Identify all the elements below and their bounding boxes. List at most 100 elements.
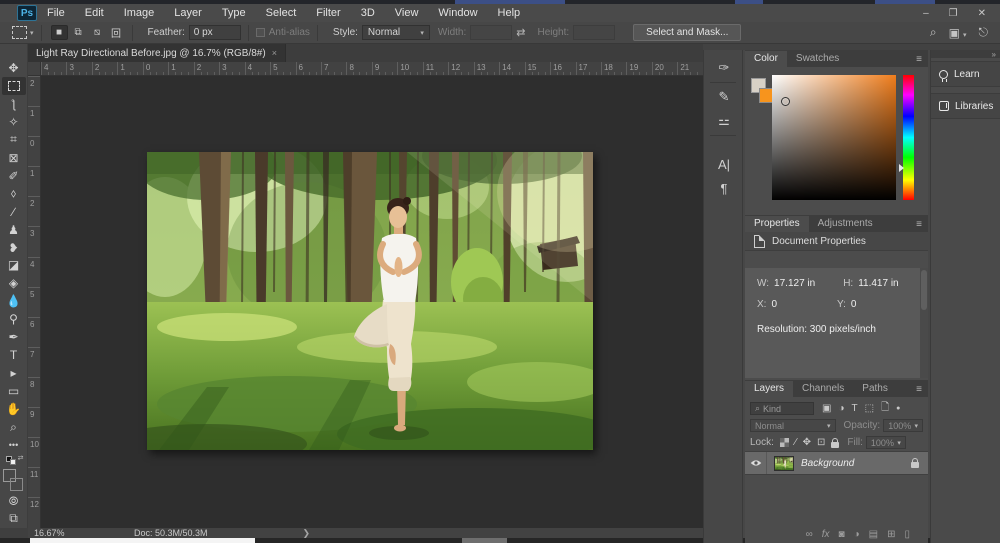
filter-smart-objects-icon[interactable]: 🗋 [881,400,889,417]
menu-view[interactable]: View [385,7,429,19]
tool-preset-caret-icon[interactable]: ▾ [30,29,34,37]
width-input[interactable] [470,25,512,40]
background-color-swatch[interactable] [10,478,23,491]
hand-tool[interactable]: ✋ [2,400,26,418]
hue-slider-pointer[interactable] [899,164,904,172]
panel-menu-icon[interactable]: ≡ [910,384,928,397]
gradient-tool[interactable]: ◈ [2,274,26,292]
eyedropper-tool[interactable]: ✐ [2,167,26,185]
layer-effects-icon[interactable]: fx [822,529,830,540]
close-tab-icon[interactable]: × [272,48,277,58]
fill-field[interactable]: 100%▾ [866,436,906,449]
eraser-tool[interactable]: ◪ [2,256,26,274]
filter-toggle-icon[interactable]: ● [896,405,900,412]
share-icon[interactable]: ⎋ [979,25,989,40]
zoom-level-field[interactable]: 16.67% [34,528,94,538]
panel-menu-icon[interactable]: ≡ [910,54,928,67]
new-group-icon[interactable]: ▤ [869,529,878,540]
type-tool[interactable]: T [2,346,26,364]
blur-tool[interactable]: 💧 [2,292,26,310]
status-options-chevron-icon[interactable]: ❯ [303,528,311,539]
move-tool[interactable]: ✥ [2,59,26,77]
feather-input[interactable] [189,25,241,40]
lock-position-icon[interactable]: ✥ [803,437,811,448]
path-selection-tool[interactable]: ▸ [2,364,26,382]
layer-thumbnail[interactable] [774,456,794,471]
search-icon[interactable]: ⌕ [930,25,937,40]
panel-menu-icon[interactable]: ≡ [910,219,928,232]
tab-color[interactable]: Color [745,51,787,67]
sidebar-collapse-icon[interactable]: » [931,50,1000,58]
scrollbar[interactable] [920,268,928,378]
document-tab[interactable]: Light Ray Directional Before.jpg @ 16.7%… [28,44,286,62]
quick-mask-button[interactable]: ⦾ [2,492,26,510]
swap-width-height-icon[interactable]: ⇄ [516,26,525,39]
zoom-tool[interactable]: ⌕ [2,418,26,436]
lasso-tool[interactable]: ƪ [2,95,26,113]
lock-paint-icon[interactable]: ∕ [795,437,797,448]
layer-filter-dropdown[interactable]: ⌕ Kind [750,402,814,415]
libraries-panel-button[interactable]: Libraries [931,93,1000,119]
switch-colors-icon[interactable]: ⇄ [18,454,24,462]
quick-selection-tool[interactable]: ✧ [2,113,26,131]
minimize-button[interactable]: – [923,8,929,19]
tab-channels[interactable]: Channels [793,381,853,397]
blend-mode-dropdown[interactable]: Normal▾ [750,419,836,432]
color-picker-cursor[interactable] [781,97,790,106]
opacity-field[interactable]: 100%▾ [883,419,923,432]
tab-layers[interactable]: Layers [745,381,793,397]
lock-all-icon[interactable] [831,442,839,448]
screen-mode-button[interactable]: ⧉ [2,510,26,528]
layer-row-background[interactable]: Background [745,451,928,475]
character-panel-icon[interactable]: A| [704,152,744,176]
horizontal-ruler[interactable]: 43210123456789101112131415161718192021 [41,62,703,76]
filter-adjustment-layers-icon[interactable]: ◑ [838,403,844,414]
filter-shape-layers-icon[interactable]: ⬚ [865,403,874,414]
menu-edit[interactable]: Edit [75,7,114,19]
anti-alias-checkbox[interactable] [256,28,265,37]
style-dropdown[interactable]: Normal ▾ [362,25,430,40]
delete-layer-icon[interactable]: ▯ [904,529,910,540]
spot-healing-brush-tool[interactable]: ⬨ [2,185,26,203]
close-button[interactable]: ✕ [978,8,986,19]
dodge-tool[interactable]: ⚲ [2,310,26,328]
hue-slider[interactable] [903,75,914,200]
link-layers-icon[interactable]: ∞ [806,529,813,540]
learn-panel-button[interactable]: Learn [931,61,1000,87]
default-colors-icon[interactable]: ⇄ [4,456,24,465]
menu-layer[interactable]: Layer [164,7,212,19]
workspace-switcher-icon[interactable]: ▣▾ [949,26,967,40]
brush-tool[interactable]: ∕ [2,203,26,221]
tool-presets-panel-icon[interactable]: ⚍ [704,109,744,133]
menu-type[interactable]: Type [212,7,256,19]
tab-properties[interactable]: Properties [745,216,809,232]
layer-name[interactable]: Background [801,458,854,469]
select-and-mask-button[interactable]: Select and Mask... [633,24,741,41]
rectangular-marquee-tool[interactable] [2,77,26,95]
clone-stamp-tool[interactable]: ♟ [2,221,26,239]
tab-swatches[interactable]: Swatches [787,51,848,67]
subtract-from-selection-button[interactable]: ⧅ [89,25,106,40]
menu-image[interactable]: Image [114,7,165,19]
crop-tool[interactable]: ⌗ [2,131,26,149]
menu-select[interactable]: Select [256,7,307,19]
rectangle-tool[interactable]: ▭ [2,382,26,400]
lock-transparency-icon[interactable] [780,438,789,447]
canvas-image-yoga-forest[interactable] [147,152,593,450]
height-input[interactable] [573,25,615,40]
saturation-brightness-field[interactable] [772,75,896,200]
filter-type-layers-icon[interactable]: T [852,403,858,414]
restore-button[interactable]: ❐ [949,8,958,19]
brush-settings-panel-icon[interactable]: ✎ [704,85,744,109]
frame-tool[interactable]: ⊠ [2,149,26,167]
paragraph-panel-icon[interactable]: ¶ [704,176,744,200]
tab-paths[interactable]: Paths [853,381,897,397]
tab-adjustments[interactable]: Adjustments [809,216,882,232]
edit-toolbar-button[interactable]: ••• [2,436,26,454]
vertical-ruler[interactable]: 210123456789101112 [28,76,41,528]
pen-tool[interactable]: ✒ [2,328,26,346]
intersect-selection-button[interactable]: 回 [108,25,125,40]
add-layer-mask-icon[interactable]: ◙ [839,529,845,540]
new-layer-icon[interactable]: ⊞ [887,529,895,540]
add-to-selection-button[interactable]: ⧉ [70,25,87,40]
